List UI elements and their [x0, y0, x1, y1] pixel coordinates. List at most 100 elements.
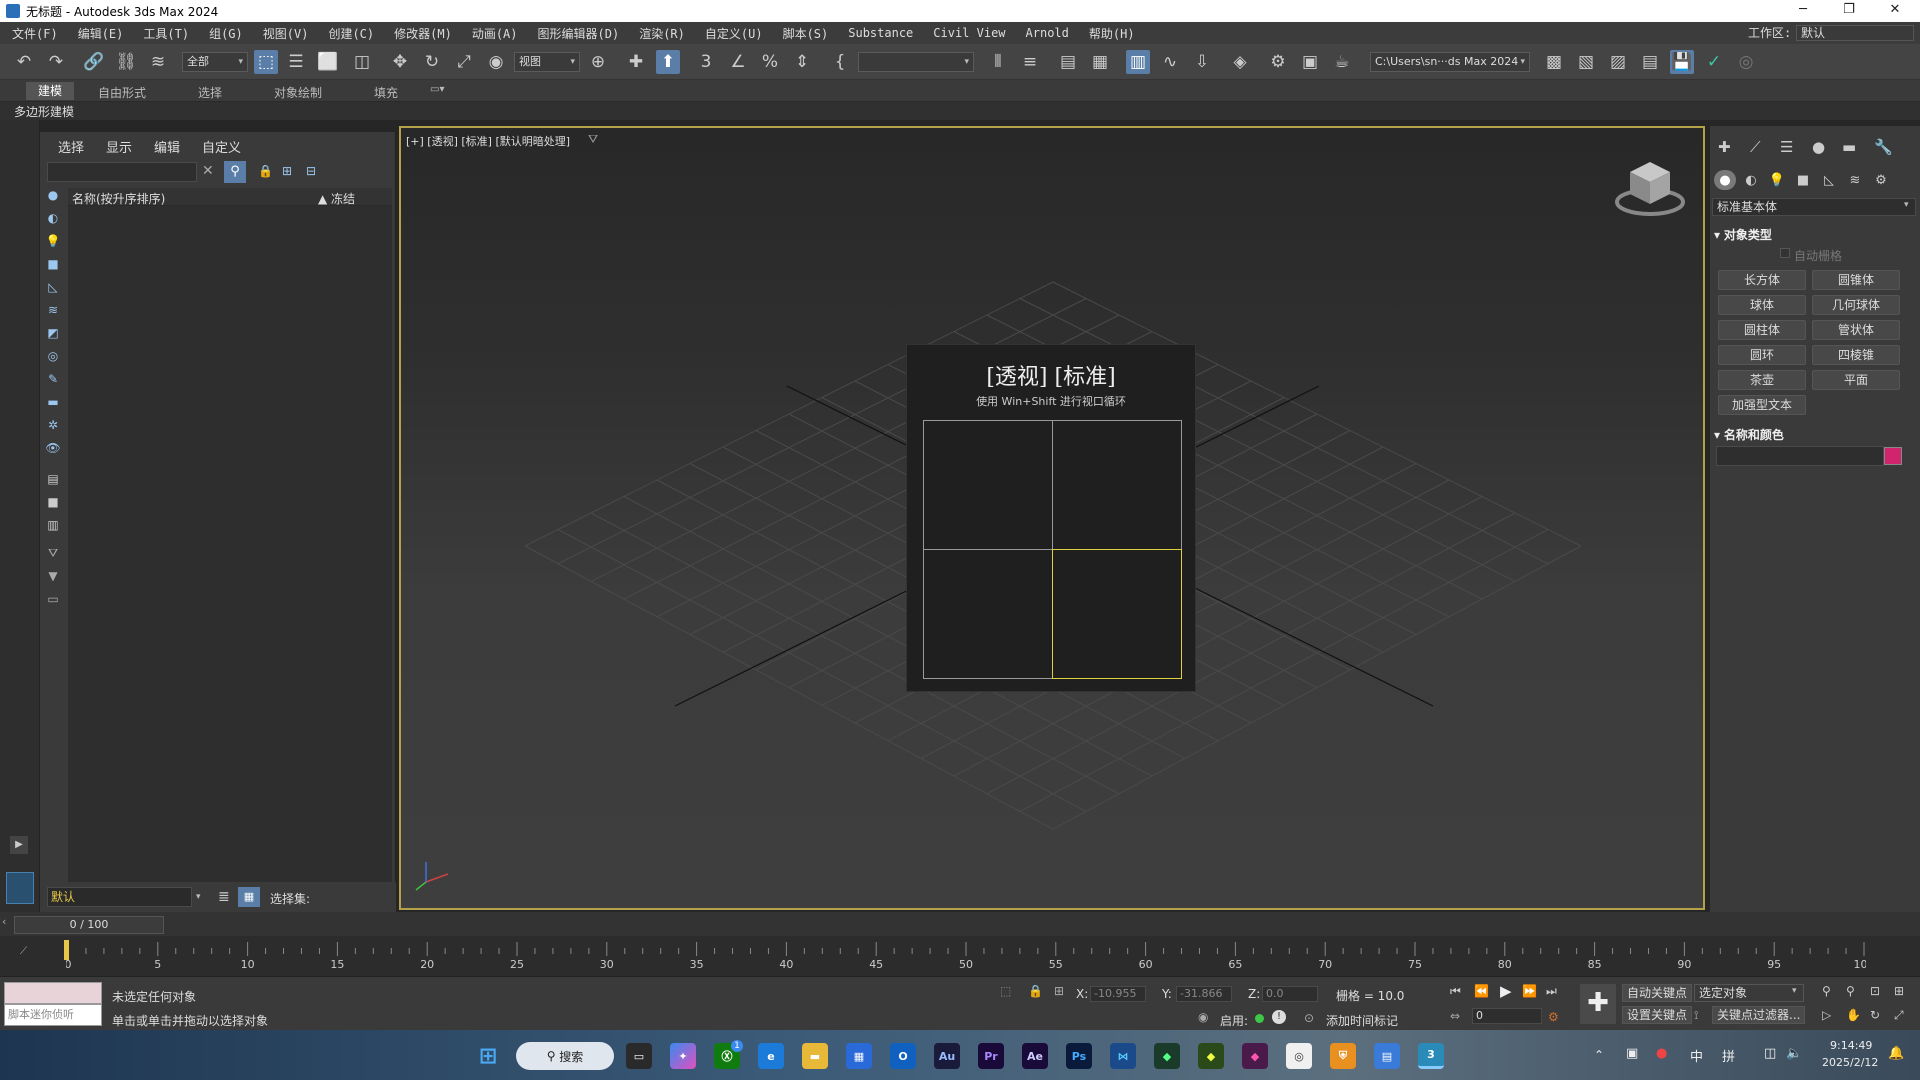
undo-icon[interactable]: ↶ [12, 50, 36, 74]
menu-animation[interactable]: 动画(A) [462, 25, 528, 42]
column-name-header[interactable]: 名称(按升序排序) [72, 190, 165, 207]
layout-quadrant-top-right[interactable] [1052, 420, 1182, 550]
copilot-icon[interactable]: ✦ [670, 1043, 696, 1069]
layer-dropdown-arrow-icon[interactable]: ▾ [196, 892, 201, 902]
spacewarps-filter-icon[interactable]: ≋ [44, 301, 62, 319]
systems-icon[interactable]: ⚙ [1870, 170, 1892, 190]
edge-icon[interactable]: e [758, 1043, 784, 1069]
primitive-category-dropdown[interactable]: 标准基本体 [1712, 198, 1916, 216]
maximize-button[interactable]: ❐ [1826, 0, 1872, 22]
zoom-all-icon[interactable]: ⚲ [1846, 984, 1855, 998]
y-coordinate-field[interactable]: -31.866 [1176, 986, 1232, 1002]
ribbon-options-icon[interactable]: ▭▾ [430, 84, 444, 95]
viewcube-icon[interactable] [1614, 158, 1686, 218]
premiere-icon[interactable]: Pr [978, 1043, 1004, 1069]
autogrid-checkbox[interactable] [1780, 248, 1790, 258]
containers-filter-icon[interactable]: ▬ [44, 393, 62, 411]
tube-button[interactable]: 管状体 [1812, 320, 1900, 340]
space-warps-icon[interactable]: ≋ [1844, 170, 1866, 190]
material-editor-icon[interactable]: ◈ [1228, 50, 1252, 74]
filter-down-icon[interactable]: ▼ [44, 567, 62, 585]
link-icon[interactable]: 🔗 [82, 50, 106, 74]
menu-views[interactable]: 视图(V) [253, 25, 319, 42]
scene-menu-customize[interactable]: 自定义 [202, 137, 241, 156]
polygon-modeling-label[interactable]: 多边形建模 [14, 103, 74, 120]
x-coordinate-field[interactable]: -10.955 [1090, 986, 1146, 1002]
helpers-filter-icon[interactable]: ◺ [44, 278, 62, 296]
layout-quadrant-bottom-left[interactable] [923, 549, 1053, 679]
ribbon-tab-freeform[interactable]: 自由形式 [98, 84, 146, 101]
time-tag-icon[interactable]: ⊙ [1304, 1011, 1314, 1025]
shapes-filter-icon[interactable]: ◐ [44, 209, 62, 227]
menu-create[interactable]: 创建(C) [318, 25, 384, 42]
mirror-icon[interactable]: ⫴ [986, 50, 1010, 74]
notification-icon[interactable]: 🔔 [1888, 1046, 1904, 1061]
isolate-icon[interactable]: ⬚ [1000, 984, 1011, 998]
ribbon-toggle-icon[interactable]: ▥ [1126, 50, 1150, 74]
tray-overflow-icon[interactable]: ⌃ [1594, 1048, 1604, 1062]
set-key-big-icon[interactable]: ✚ [1580, 984, 1616, 1024]
absolute-mode-icon[interactable]: ⊞ [1054, 984, 1064, 998]
store-icon[interactable]: ▦ [846, 1043, 872, 1069]
category-dropdown-arrow-icon[interactable]: ▾ [1904, 200, 1909, 210]
save-icon[interactable]: 💾 [1670, 50, 1694, 74]
windows-start-icon[interactable]: ⊞ [475, 1043, 501, 1069]
tray-app-icon[interactable]: ● [1656, 1046, 1667, 1061]
groups-filter-icon[interactable]: ◩ [44, 324, 62, 342]
intellij-icon[interactable]: ◆ [1242, 1043, 1268, 1069]
lights-icon[interactable]: 💡 [1766, 170, 1788, 190]
lights-filter-icon[interactable]: 💡 [44, 232, 62, 250]
select-manipulate-icon[interactable]: ✚ [624, 50, 648, 74]
open-explorer-icon[interactable]: ▩ [1542, 50, 1566, 74]
align-icon[interactable]: ≡ [1018, 50, 1042, 74]
menu-substance[interactable]: Substance [838, 26, 923, 40]
sphere-button[interactable]: 球体 [1718, 295, 1806, 315]
ribbon-tab-modeling[interactable]: 建模 [26, 82, 75, 100]
pivot-center-icon[interactable]: ⊕ [586, 50, 610, 74]
rectangular-selection-icon[interactable]: ⬜ [316, 50, 340, 74]
taskbar-search[interactable]: ⚲ 搜索 [516, 1042, 614, 1070]
scene-menu-edit[interactable]: 编辑 [154, 137, 180, 156]
menu-help[interactable]: 帮助(H) [1079, 25, 1145, 42]
render-icon[interactable]: ☕ [1330, 50, 1354, 74]
obs-icon[interactable]: ◎ [1286, 1043, 1312, 1069]
menu-customize[interactable]: 自定义(U) [695, 25, 773, 42]
menu-arnold[interactable]: Arnold [1016, 26, 1079, 40]
hierarchy-tab-icon[interactable]: ☰ [1780, 138, 1793, 156]
display-tab-icon[interactable]: ▬ [1842, 138, 1856, 156]
menu-edit[interactable]: 编辑(E) [68, 25, 134, 42]
scene-search-input[interactable] [47, 162, 197, 182]
maximize-viewport-icon[interactable]: ⤢ [1894, 1008, 1904, 1023]
helpers-icon[interactable]: ◺ [1818, 170, 1840, 190]
adaptive-degradation-icon[interactable]: ◉ [1198, 1010, 1208, 1024]
pan-icon[interactable]: ✋ [1846, 1008, 1861, 1022]
time-slider[interactable]: 0 / 100 [14, 916, 164, 934]
curve-editor-mini-icon[interactable]: ⟋ [20, 946, 27, 957]
set-project-icon[interactable]: ▨ [1606, 50, 1630, 74]
menu-modifiers[interactable]: 修改器(M) [384, 25, 462, 42]
geometry-icon[interactable]: ● [1714, 170, 1736, 190]
volume-icon[interactable]: 🔈 [1786, 1046, 1802, 1061]
object-name-input[interactable] [1716, 446, 1884, 466]
motion-tab-icon[interactable]: ● [1812, 138, 1825, 156]
layout-quadrant-top-left[interactable] [923, 420, 1053, 550]
auto-key-button[interactable]: 自动关键点 [1622, 984, 1693, 1002]
spinner-snap-icon[interactable]: ⇕ [790, 50, 814, 74]
keyboard-shortcut-override-icon[interactable]: ⬆ [656, 50, 680, 74]
layer-explorer-icon[interactable]: ▦ [1088, 50, 1112, 74]
render-setup-icon[interactable]: ⚙ [1266, 50, 1290, 74]
curve-editor-icon[interactable]: ∿ [1158, 50, 1182, 74]
modify-tab-icon[interactable]: ⟋ [1750, 138, 1761, 156]
geometry-filter-icon[interactable]: ● [44, 186, 62, 204]
rendered-frame-icon[interactable]: ▣ [1298, 50, 1322, 74]
key-filters-button[interactable]: 关键点过滤器... [1712, 1006, 1806, 1024]
next-frame-icon[interactable]: ⏩ [1522, 984, 1537, 998]
wifi-icon[interactable]: ◫ [1764, 1046, 1776, 1061]
3dsmax-taskbar-icon[interactable]: 3 [1418, 1043, 1444, 1069]
menu-file[interactable]: 文件(F) [0, 25, 68, 42]
column-frozen-header[interactable]: ▲ 冻结 [318, 190, 355, 207]
audition-icon[interactable]: Au [934, 1043, 960, 1069]
add-time-tag[interactable]: 添加时间标记 [1326, 1012, 1398, 1029]
box-button[interactable]: 长方体 [1718, 270, 1806, 290]
teapot-button[interactable]: 茶壶 [1718, 370, 1806, 390]
